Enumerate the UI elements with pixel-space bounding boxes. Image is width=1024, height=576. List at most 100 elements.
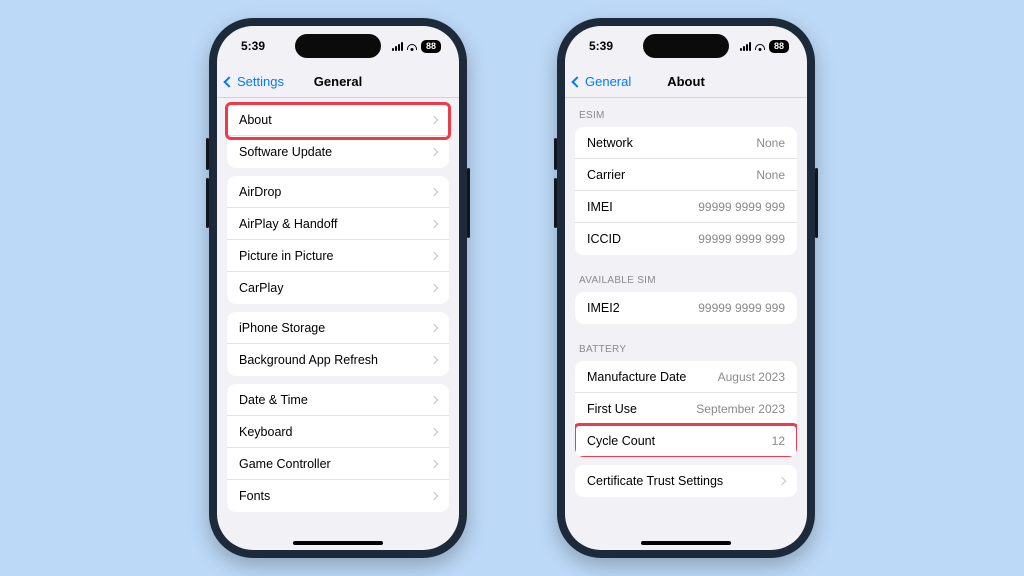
battery-icon: 88 [421, 40, 441, 53]
row-carplay[interactable]: CarPlay [227, 272, 449, 304]
row-value: 99999 9999 999 [698, 301, 785, 315]
status-icons: 88 [392, 40, 441, 53]
chevron-right-icon [430, 219, 438, 227]
cellular-signal-icon [740, 42, 751, 51]
section-header-available-sim: AVAILABLE SIM [565, 263, 807, 290]
section-header-battery: BATTERY [565, 332, 807, 359]
section-header-esim: ESIM [565, 98, 807, 125]
about-list[interactable]: ESIM Network None Carrier None IMEI 9999… [565, 98, 807, 550]
iphone-mockup-about: 5:39 88 General About ESIM Network None [557, 18, 815, 558]
cellular-signal-icon [392, 42, 403, 51]
chevron-right-icon [430, 115, 438, 123]
iphone-mockup-general: 5:39 88 Settings General About [209, 18, 467, 558]
group-esim: Network None Carrier None IMEI 99999 999… [575, 127, 797, 255]
row-label: AirPlay & Handoff [239, 217, 337, 231]
back-button[interactable]: Settings [225, 74, 284, 89]
screen-general: 5:39 88 Settings General About [217, 26, 459, 550]
row-label: About [239, 113, 272, 127]
row-label: ICCID [587, 232, 621, 246]
screen-about: 5:39 88 General About ESIM Network None [565, 26, 807, 550]
chevron-right-icon [430, 459, 438, 467]
row-first-use[interactable]: First Use September 2023 [575, 393, 797, 425]
chevron-right-icon [430, 356, 438, 364]
row-label: IMEI2 [587, 301, 620, 315]
row-fonts[interactable]: Fonts [227, 480, 449, 512]
row-label: Fonts [239, 489, 270, 503]
back-label: General [585, 74, 631, 89]
status-time: 5:39 [589, 39, 613, 53]
row-label: AirDrop [239, 185, 281, 199]
row-iccid[interactable]: ICCID 99999 9999 999 [575, 223, 797, 255]
row-label: Date & Time [239, 393, 308, 407]
battery-icon: 88 [769, 40, 789, 53]
row-label: Picture in Picture [239, 249, 333, 263]
row-imei[interactable]: IMEI 99999 9999 999 [575, 191, 797, 223]
row-label: Background App Refresh [239, 353, 378, 367]
row-label: Network [587, 136, 633, 150]
row-airplay[interactable]: AirPlay & Handoff [227, 208, 449, 240]
row-manufacture-date[interactable]: Manufacture Date August 2023 [575, 361, 797, 393]
chevron-right-icon [778, 477, 786, 485]
row-certificate-trust[interactable]: Certificate Trust Settings [575, 465, 797, 497]
row-label: Cycle Count [587, 434, 655, 448]
row-date-time[interactable]: Date & Time [227, 384, 449, 416]
row-pip[interactable]: Picture in Picture [227, 240, 449, 272]
row-label: Game Controller [239, 457, 331, 471]
status-icons: 88 [740, 40, 789, 53]
group-datetime: Date & Time Keyboard Game Controller Fon… [227, 384, 449, 512]
row-label: Software Update [239, 145, 332, 159]
group-available-sim: IMEI2 99999 9999 999 [575, 292, 797, 324]
row-value: August 2023 [718, 370, 785, 384]
row-label: Carrier [587, 168, 625, 182]
group-cert: Certificate Trust Settings [575, 465, 797, 497]
back-button[interactable]: General [573, 74, 631, 89]
row-keyboard[interactable]: Keyboard [227, 416, 449, 448]
row-label: Manufacture Date [587, 370, 686, 384]
row-iphone-storage[interactable]: iPhone Storage [227, 312, 449, 344]
dynamic-island [643, 34, 729, 58]
home-indicator[interactable] [293, 541, 383, 545]
row-value: 12 [772, 434, 785, 448]
chevron-right-icon [430, 148, 438, 156]
chevron-left-icon [223, 76, 234, 87]
dynamic-island [295, 34, 381, 58]
back-label: Settings [237, 74, 284, 89]
chevron-right-icon [430, 187, 438, 195]
chevron-right-icon [430, 323, 438, 331]
chevron-right-icon [430, 395, 438, 403]
row-cycle-count[interactable]: Cycle Count 12 [575, 425, 797, 457]
nav-title: About [667, 74, 705, 89]
row-value: None [756, 168, 785, 182]
nav-bar: Settings General [217, 66, 459, 98]
row-label: iPhone Storage [239, 321, 325, 335]
nav-bar: General About [565, 66, 807, 98]
row-value: 99999 9999 999 [698, 232, 785, 246]
chevron-right-icon [430, 251, 438, 259]
group-about: About Software Update [227, 104, 449, 168]
row-software-update[interactable]: Software Update [227, 136, 449, 168]
row-game-controller[interactable]: Game Controller [227, 448, 449, 480]
group-battery: Manufacture Date August 2023 First Use S… [575, 361, 797, 457]
row-about[interactable]: About [227, 104, 449, 136]
row-imei2[interactable]: IMEI2 99999 9999 999 [575, 292, 797, 324]
row-label: First Use [587, 402, 637, 416]
chevron-right-icon [430, 492, 438, 500]
home-indicator[interactable] [641, 541, 731, 545]
row-bg-refresh[interactable]: Background App Refresh [227, 344, 449, 376]
row-value: 99999 9999 999 [698, 200, 785, 214]
row-value: None [756, 136, 785, 150]
row-network[interactable]: Network None [575, 127, 797, 159]
row-airdrop[interactable]: AirDrop [227, 176, 449, 208]
row-label: Keyboard [239, 425, 293, 439]
row-label: CarPlay [239, 281, 283, 295]
wifi-icon [754, 42, 766, 51]
row-label: Certificate Trust Settings [587, 474, 723, 488]
row-value: September 2023 [696, 402, 785, 416]
group-airdrop: AirDrop AirPlay & Handoff Picture in Pic… [227, 176, 449, 304]
row-carrier[interactable]: Carrier None [575, 159, 797, 191]
nav-title: General [314, 74, 362, 89]
settings-list[interactable]: About Software Update AirDrop AirPlay & … [217, 98, 459, 550]
chevron-right-icon [430, 427, 438, 435]
wifi-icon [406, 42, 418, 51]
group-storage: iPhone Storage Background App Refresh [227, 312, 449, 376]
